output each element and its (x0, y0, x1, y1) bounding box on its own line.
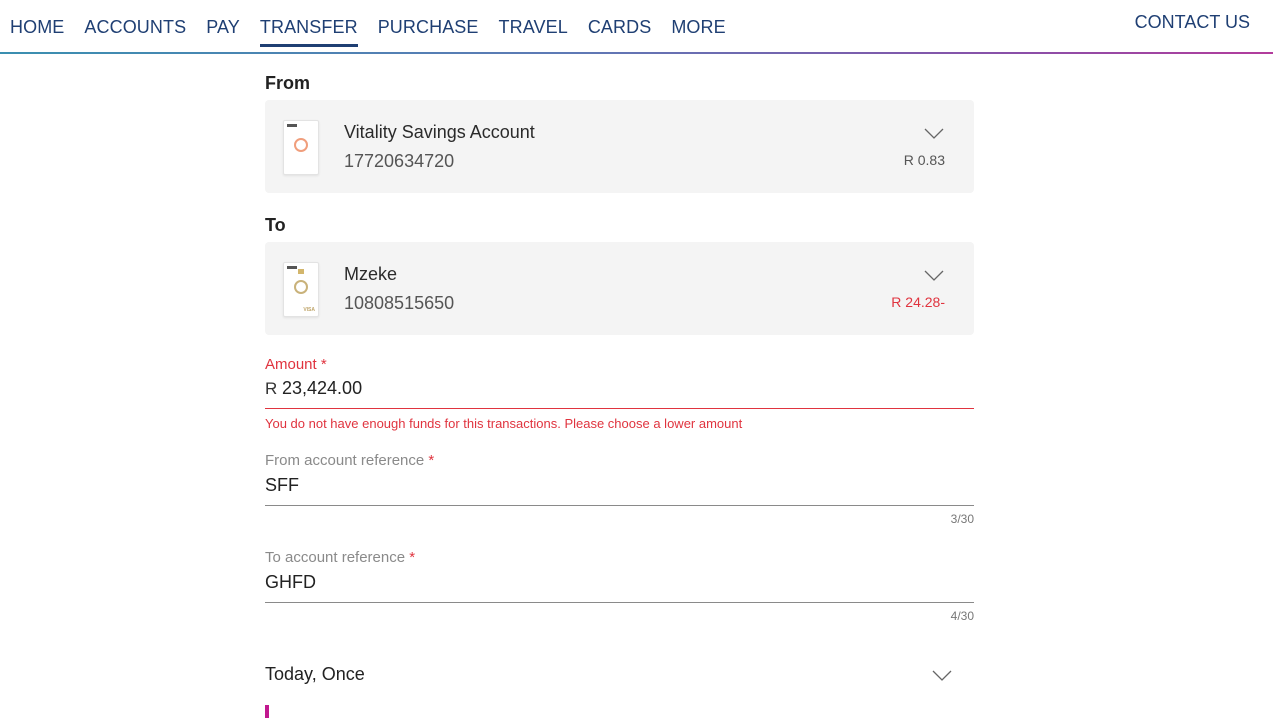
to-account-balance: R 24.28- (891, 294, 945, 310)
required-mark: * (409, 549, 416, 566)
nav-item-transfer[interactable]: TRANSFER (259, 16, 358, 47)
nav-item-accounts[interactable]: ACCOUNTS (84, 16, 186, 38)
nav-item-purchase[interactable]: PURCHASE (378, 16, 479, 38)
amount-label: Amount * (265, 356, 327, 373)
from-reference-underline (265, 505, 974, 506)
to-account-selector[interactable]: VISA Mzeke 10808515650 R 24.28- (265, 242, 974, 335)
currency-symbol: R (265, 379, 278, 398)
required-mark: * (320, 356, 327, 373)
to-reference-label-text: To account reference (265, 549, 406, 566)
amount-label-text: Amount (265, 356, 317, 373)
to-reference-counter: 4/30 (950, 609, 974, 623)
from-reference-label: From account reference * (265, 452, 434, 469)
amount-error-message: You do not have enough funds for this tr… (265, 416, 743, 431)
required-mark: * (428, 452, 435, 469)
nav-menu: HOME ACCOUNTS PAY TRANSFER PURCHASE TRAV… (10, 16, 746, 47)
to-label: To (265, 215, 286, 235)
top-nav: HOME ACCOUNTS PAY TRANSFER PURCHASE TRAV… (0, 0, 1273, 55)
nav-divider (0, 52, 1273, 54)
from-account-balance: R 0.83 (903, 152, 945, 168)
from-reference-counter: 3/30 (950, 512, 974, 526)
nav-item-more[interactable]: MORE (671, 16, 725, 38)
schedule-value: Today, Once (265, 664, 365, 684)
contact-us-link[interactable]: CONTACT US (1135, 12, 1250, 33)
chevron-down-icon (924, 128, 944, 139)
nav-item-cards[interactable]: CARDS (588, 16, 652, 38)
from-account-name: Vitality Savings Account (344, 122, 535, 142)
to-reference-underline (265, 602, 974, 603)
amount-input[interactable] (282, 378, 972, 399)
chevron-down-icon (932, 670, 952, 681)
nav-item-pay[interactable]: PAY (206, 16, 240, 38)
nav-item-home[interactable]: HOME (10, 16, 64, 38)
to-reference-input[interactable] (265, 572, 974, 593)
to-reference-label: To account reference * (265, 549, 415, 566)
chevron-down-icon (924, 270, 944, 281)
from-account-number: 17720634720 (344, 151, 455, 171)
from-account-selector[interactable]: Vitality Savings Account 17720634720 R 0… (265, 100, 974, 193)
nav-item-travel[interactable]: TRAVEL (499, 16, 568, 38)
to-account-number: 10808515650 (344, 293, 455, 313)
from-label: From (265, 73, 310, 93)
from-reference-label-text: From account reference (265, 452, 425, 469)
schedule-dropdown[interactable]: Today, Once (265, 664, 974, 690)
accent-marker (265, 705, 269, 718)
visa-card-icon: VISA (283, 262, 319, 317)
savings-card-icon (283, 120, 319, 175)
from-reference-input[interactable] (265, 475, 974, 496)
to-account-name: Mzeke (344, 264, 398, 284)
amount-underline (265, 408, 974, 409)
